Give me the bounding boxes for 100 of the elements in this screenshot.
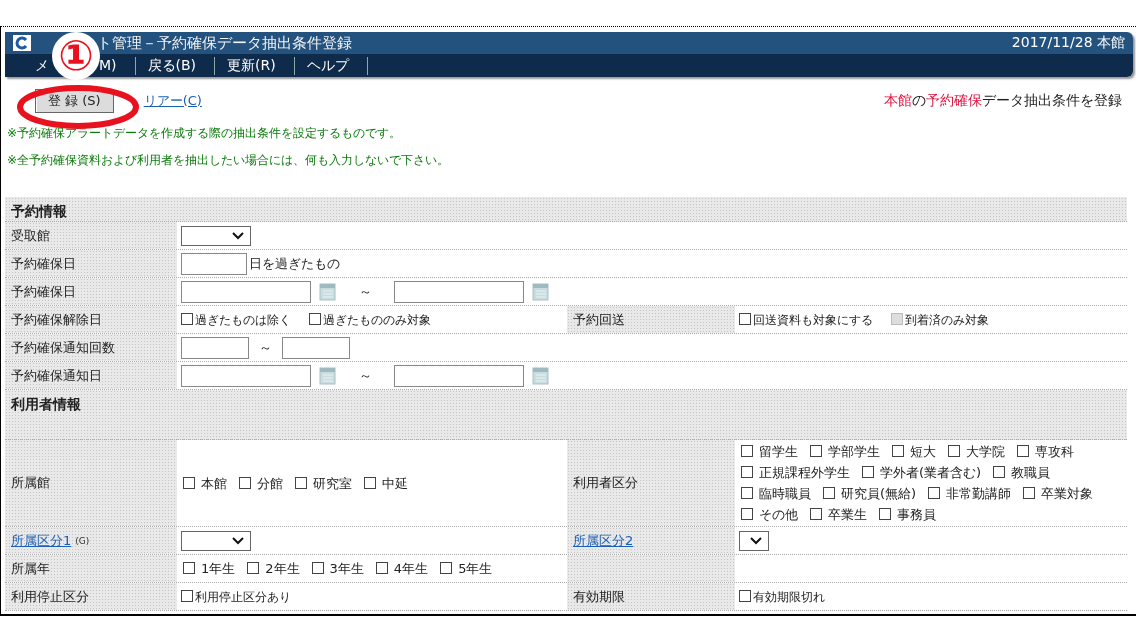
- checkbox-label: 1年生: [201, 561, 236, 576]
- range-separator: ～: [359, 282, 372, 301]
- checkbox[interactable]: [741, 508, 753, 520]
- checkbox-label: 到着済のみ対象: [905, 312, 989, 327]
- checkbox-label: 5年生: [458, 561, 493, 576]
- shortcut-hint: (G): [75, 535, 90, 546]
- date-field[interactable]: [394, 280, 524, 303]
- menu-item[interactable]: 戻る(B): [147, 56, 197, 75]
- checkbox-label: 研究員(無給): [841, 486, 917, 501]
- checkbox-label: 過ぎたもののみ対象: [323, 312, 431, 327]
- checkbox-label: 専攻科: [1035, 444, 1074, 459]
- section-title: 利用者情報: [11, 396, 81, 412]
- checkbox-label: 3年生: [329, 561, 364, 576]
- checkbox[interactable]: [364, 476, 376, 489]
- input-field[interactable]: [181, 252, 247, 275]
- chevron-icon: [232, 536, 244, 545]
- checkbox[interactable]: [440, 562, 453, 574]
- chevron-icon: [232, 231, 244, 240]
- clear-link[interactable]: リアー(C): [143, 92, 202, 110]
- checkbox[interactable]: [948, 445, 960, 457]
- checkbox[interactable]: [247, 562, 260, 574]
- app-logo-icon: [13, 35, 31, 51]
- page-heading: 本館の予約確保データ抽出条件を登録: [884, 92, 1122, 110]
- checkbox-label: 短大: [910, 444, 936, 459]
- checkbox-label: 4年生: [393, 561, 429, 576]
- field-link[interactable]: 所属区分1: [11, 531, 72, 550]
- checkbox-label: 非常勤講師: [946, 486, 1012, 501]
- checkbox-label: 卒業生: [828, 507, 867, 522]
- menu-item[interactable]: 更新(R): [227, 56, 276, 75]
- checkbox-label: 有効期限切れ: [753, 589, 825, 604]
- checkbox-label: 卒業対象: [1041, 486, 1094, 501]
- checkbox[interactable]: [741, 466, 753, 478]
- field-label: 予約確保通知回数: [11, 338, 115, 357]
- checkbox[interactable]: [375, 562, 388, 574]
- input-field[interactable]: [181, 336, 249, 359]
- chevron-icon: [750, 536, 762, 545]
- checkbox[interactable]: [239, 476, 251, 489]
- checkbox-label: 過ぎたものは除く: [195, 312, 291, 327]
- checkbox[interactable]: [739, 312, 751, 325]
- field-label: 有効期限: [573, 587, 625, 606]
- date-field[interactable]: [181, 364, 311, 387]
- field-label: 予約確保日: [11, 282, 76, 301]
- field-label: 予約確保解除日: [11, 310, 102, 329]
- field-label: 予約確保日: [11, 254, 76, 273]
- checkbox-label: 研究室: [313, 475, 352, 491]
- checkbox-label: 事務員: [897, 507, 936, 522]
- checkbox-label: 本館: [201, 475, 227, 491]
- checkbox[interactable]: [928, 487, 941, 499]
- checkbox-label: 臨時職員: [759, 486, 811, 501]
- note-text: ※全予約確保資料および利用者を抽出したい場合には、何も入力しないで下さい。: [7, 152, 451, 169]
- dropdown[interactable]: [739, 530, 769, 551]
- checkbox-label: 正規課程外学生: [759, 465, 850, 480]
- checkbox[interactable]: [862, 466, 874, 478]
- menu-item[interactable]: ヘルプ: [306, 56, 349, 75]
- checkbox-label: 大学院: [966, 444, 1005, 459]
- checkbox[interactable]: [181, 312, 193, 325]
- checkbox[interactable]: [311, 562, 324, 574]
- checkbox-label: 学外者(業者含む): [880, 465, 982, 480]
- range-separator: ～: [359, 366, 372, 385]
- note-text: ※予約確保アラートデータを作成する際の抽出条件を設定するものです。: [7, 125, 403, 142]
- checkbox[interactable]: [993, 466, 1006, 478]
- suffix-text: 日を過ぎたもの: [249, 254, 340, 273]
- checkbox-label: 教職員: [1011, 465, 1051, 480]
- checkbox-label: 留学生: [759, 444, 798, 459]
- checkbox[interactable]: [741, 487, 753, 499]
- checkbox-label: その他: [759, 507, 798, 522]
- checkbox[interactable]: [183, 476, 195, 489]
- field-label: 利用者区分: [573, 474, 638, 492]
- input-field[interactable]: [282, 336, 350, 359]
- checkbox[interactable]: [183, 562, 195, 574]
- checkbox-label: 学部学生: [828, 444, 880, 459]
- date-branch-text: 2017/11/28 本館: [1011, 34, 1125, 52]
- menu-item[interactable]: メ: [35, 56, 49, 75]
- checkbox[interactable]: [810, 508, 822, 520]
- checkbox[interactable]: [1017, 445, 1029, 457]
- checkbox[interactable]: [295, 476, 307, 489]
- checkbox[interactable]: [823, 487, 835, 499]
- checkbox[interactable]: [181, 589, 193, 602]
- field-label: 利用停止区分: [11, 587, 89, 606]
- checkbox[interactable]: [741, 445, 753, 457]
- field-label: 所属年: [11, 559, 50, 578]
- menu-item[interactable]: M): [99, 56, 117, 75]
- checkbox[interactable]: [879, 508, 891, 520]
- range-separator: ～: [259, 338, 272, 357]
- checkbox-label: 2年生: [265, 561, 300, 576]
- checkbox[interactable]: [739, 589, 751, 602]
- field-label: 予約確保通知日: [11, 366, 102, 385]
- field-link[interactable]: 所属区分2: [573, 531, 634, 550]
- checkbox[interactable]: [810, 445, 822, 457]
- checkbox-label: 回送資料も対象にする: [753, 312, 873, 327]
- date-field[interactable]: [394, 364, 524, 387]
- field-label: 予約回送: [573, 310, 625, 329]
- checkbox-label: 中延: [382, 475, 408, 491]
- date-field[interactable]: [181, 280, 311, 303]
- checkbox[interactable]: [1023, 487, 1036, 499]
- checkbox[interactable]: [892, 445, 904, 457]
- field-label: 所属館: [11, 474, 50, 492]
- checkbox[interactable]: [309, 312, 321, 325]
- checkbox-label: 利用停止区分あり: [195, 589, 291, 604]
- checkbox-label: 分館: [257, 475, 283, 491]
